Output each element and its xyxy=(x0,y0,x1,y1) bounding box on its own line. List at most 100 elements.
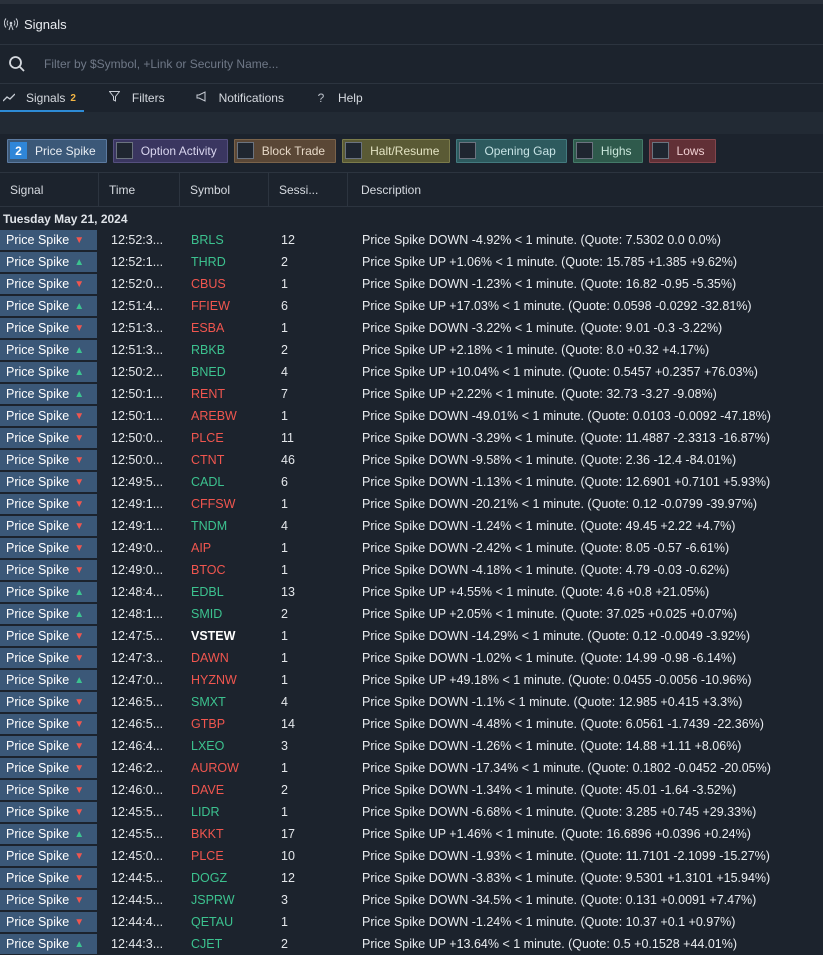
table-row[interactable]: Price Spike ▼ 12:52:3... BRLS 12 Price Spike … xyxy=(0,229,823,251)
symbol-cell[interactable]: SMXT xyxy=(179,695,269,709)
table-row[interactable]: Price Spike ▲ 12:48:4... EDBL 13 Price Spike … xyxy=(0,581,823,603)
table-row[interactable]: Price Spike ▼ 12:46:5... GTBP 14 Price Spike … xyxy=(0,713,823,735)
symbol-cell[interactable]: DAWN xyxy=(179,651,269,665)
table-row[interactable]: Price Spike ▼ 12:44:5... DOGZ 12 Price Spike … xyxy=(0,867,823,889)
triangle-down-icon: ▼ xyxy=(74,806,85,818)
symbol-cell[interactable]: EDBL xyxy=(179,585,269,599)
symbol-cell[interactable]: TNDM xyxy=(179,519,269,533)
symbol-cell[interactable]: BTOC xyxy=(179,563,269,577)
chip-checkbox[interactable] xyxy=(459,142,477,159)
table-row[interactable]: Price Spike ▼ 12:45:0... PLCE 10 Price Spike … xyxy=(0,845,823,867)
symbol-cell[interactable]: ESBA xyxy=(179,321,269,335)
symbol-cell[interactable]: CTNT xyxy=(179,453,269,467)
table-row[interactable]: Price Spike ▲ 12:45:5... BKKT 17 Price Spike … xyxy=(0,823,823,845)
symbol-cell[interactable]: GTBP xyxy=(179,717,269,731)
table-row[interactable]: Price Spike ▼ 12:51:3... ESBA 1 Price Spike D… xyxy=(0,317,823,339)
table-row[interactable]: Price Spike ▼ 12:49:1... TNDM 4 Price Spike D… xyxy=(0,515,823,537)
tab-signals[interactable]: Signals 2 xyxy=(0,84,84,112)
table-row[interactable]: Price Spike ▼ 12:50:0... CTNT 46 Price Spike … xyxy=(0,449,823,471)
table-row[interactable]: Price Spike ▼ 12:46:5... SMXT 4 Price Spike D… xyxy=(0,691,823,713)
symbol-cell[interactable]: THRD xyxy=(179,255,269,269)
signal-badge: Price Spike ▲ xyxy=(0,252,97,272)
chip-checkbox[interactable] xyxy=(575,142,593,159)
symbol-cell[interactable]: CFFSW xyxy=(179,497,269,511)
table-row[interactable]: Price Spike ▲ 12:52:1... THRD 2 Price Spike U… xyxy=(0,251,823,273)
symbol-cell[interactable]: BNED xyxy=(179,365,269,379)
table-row[interactable]: Price Spike ▼ 12:44:5... JSPRW 3 Price Spike … xyxy=(0,889,823,911)
search-icon[interactable] xyxy=(8,55,26,73)
column-header-description[interactable]: Description xyxy=(348,173,823,206)
chip-checkbox[interactable] xyxy=(115,142,133,159)
symbol-cell[interactable]: DAVE xyxy=(179,783,269,797)
table-row[interactable]: Price Spike ▲ 12:50:2... BNED 4 Price Spike U… xyxy=(0,361,823,383)
symbol-cell[interactable]: RENT xyxy=(179,387,269,401)
symbol-cell[interactable]: CBUS xyxy=(179,277,269,291)
tab-filters[interactable]: Filters xyxy=(100,84,173,112)
symbol-cell[interactable]: LIDR xyxy=(179,805,269,819)
table-row[interactable]: Price Spike ▼ 12:47:3... DAWN 1 Price Spike D… xyxy=(0,647,823,669)
chip-price-spike[interactable]: 2 Price Spike xyxy=(7,138,107,163)
table-row[interactable]: Price Spike ▼ 12:49:0... AIP 1 Price Spike DO… xyxy=(0,537,823,559)
tab-help[interactable]: ? Help xyxy=(306,84,371,112)
table-row[interactable]: Price Spike ▼ 12:49:5... CADL 6 Price Spike D… xyxy=(0,471,823,493)
description-cell: Price Spike UP +49.18% < 1 minute. (Quot… xyxy=(362,673,752,687)
signal-badge: Price Spike ▲ xyxy=(0,670,97,690)
table-row[interactable]: Price Spike ▲ 12:47:0... HYZNW 1 Price Spike … xyxy=(0,669,823,691)
table-row[interactable]: Price Spike ▲ 12:51:3... RBKB 2 Price Spike U… xyxy=(0,339,823,361)
triangle-up-icon: ▲ xyxy=(74,388,85,400)
table-row[interactable]: Price Spike ▼ 12:46:2... AUROW 1 Price Spike … xyxy=(0,757,823,779)
symbol-cell[interactable]: CADL xyxy=(179,475,269,489)
table-row[interactable]: Price Spike ▼ 12:46:4... LXEO 3 Price Spike D… xyxy=(0,735,823,757)
table-row[interactable]: Price Spike ▼ 12:44:4... QETAU 1 Price Spike … xyxy=(0,911,823,933)
chip-option-activity[interactable]: Option Activity xyxy=(112,138,228,163)
chip-checkbox[interactable] xyxy=(236,142,254,159)
chip-checkbox[interactable] xyxy=(345,142,363,159)
tab-notifications[interactable]: Notifications xyxy=(187,84,292,112)
symbol-cell[interactable]: HYZNW xyxy=(179,673,269,687)
symbol-cell[interactable]: SMID xyxy=(179,607,269,621)
table-row[interactable]: Price Spike ▼ 12:45:5... LIDR 1 Price Spike D… xyxy=(0,801,823,823)
chip-checkbox[interactable] xyxy=(651,142,669,159)
table-row[interactable]: Price Spike ▼ 12:52:0... CBUS 1 Price Spike D… xyxy=(0,273,823,295)
table-row[interactable]: Price Spike ▼ 12:49:1... CFFSW 1 Price Spike … xyxy=(0,493,823,515)
table-row[interactable]: Price Spike ▼ 12:49:0... BTOC 1 Price Spike D… xyxy=(0,559,823,581)
table-row[interactable]: Price Spike ▼ 12:46:0... DAVE 2 Price Spike D… xyxy=(0,779,823,801)
symbol-cell[interactable]: CJET xyxy=(179,937,269,951)
symbol-cell[interactable]: BKKT xyxy=(179,827,269,841)
signal-label: Price Spike xyxy=(6,673,70,687)
chip-lows[interactable]: Lows xyxy=(648,138,716,163)
symbol-cell[interactable]: AREBW xyxy=(179,409,269,423)
column-header-signal[interactable]: Signal xyxy=(0,173,99,206)
symbol-cell[interactable]: JSPRW xyxy=(179,893,269,907)
table-row[interactable]: Price Spike ▲ 12:51:4... FFIEW 6 Price Spike … xyxy=(0,295,823,317)
column-header-symbol[interactable]: Symbol xyxy=(180,173,269,206)
table-row[interactable]: Price Spike ▲ 12:48:1... SMID 2 Price Spike U… xyxy=(0,603,823,625)
session-cell: 4 xyxy=(281,695,288,709)
symbol-cell[interactable]: DOGZ xyxy=(179,871,269,885)
symbol-cell[interactable]: FFIEW xyxy=(179,299,269,313)
symbol-cell[interactable]: RBKB xyxy=(179,343,269,357)
table-row[interactable]: Price Spike ▼ 12:50:1... AREBW 1 Price Spike … xyxy=(0,405,823,427)
chip-checkbox[interactable]: 2 xyxy=(10,142,27,159)
symbol-cell[interactable]: AUROW xyxy=(179,761,269,775)
symbol-cell[interactable]: AIP xyxy=(179,541,269,555)
chip-highs[interactable]: Highs xyxy=(572,138,643,163)
symbol-cell[interactable]: PLCE xyxy=(179,431,269,445)
chip-label: Block Trade xyxy=(261,143,326,158)
table-row[interactable]: Price Spike ▼ 12:50:0... PLCE 11 Price Spike … xyxy=(0,427,823,449)
signal-badge: Price Spike ▼ xyxy=(0,780,97,800)
table-row[interactable]: Price Spike ▲ 12:50:1... RENT 7 Price Spike U… xyxy=(0,383,823,405)
chip-block-trade[interactable]: Block Trade xyxy=(233,138,337,163)
symbol-cell[interactable]: QETAU xyxy=(179,915,269,929)
symbol-cell[interactable]: BRLS xyxy=(179,233,269,247)
symbol-cell[interactable]: VSTEW xyxy=(179,629,269,643)
column-header-session[interactable]: Sessi... xyxy=(269,173,348,206)
column-header-time[interactable]: Time xyxy=(99,173,180,206)
search-input[interactable] xyxy=(42,56,746,72)
chip-opening-gap[interactable]: Opening Gap xyxy=(456,138,567,163)
table-row[interactable]: Price Spike ▼ 12:47:5... VSTEW 1 Price Spike … xyxy=(0,625,823,647)
symbol-cell[interactable]: LXEO xyxy=(179,739,269,753)
symbol-cell[interactable]: PLCE xyxy=(179,849,269,863)
table-row[interactable]: Price Spike ▲ 12:44:3... CJET 2 Price Spike U… xyxy=(0,933,823,955)
chip-halt-resume[interactable]: Halt/Resume xyxy=(342,138,451,163)
